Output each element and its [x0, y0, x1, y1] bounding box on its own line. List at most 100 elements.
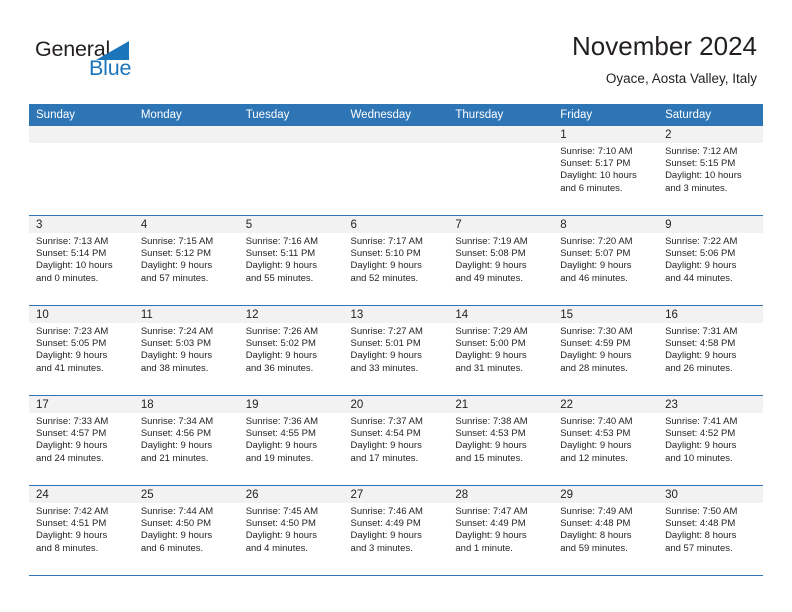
- day-detail-sunrise: Sunrise: 7:27 AM: [350, 326, 423, 337]
- day-detail-sunset: Sunset: 5:10 PM: [350, 248, 421, 260]
- day-detail-daylight-line2: and 24 minutes.: [36, 452, 104, 464]
- calendar-day-cell[interactable]: 22 Sunrise: 7:40 AM Sunset: 4:53 PM Dayligh…: [553, 395, 659, 486]
- day-details: Sunrise: 7:44 AM Sunset: 4:50 PM Daylight:…: [134, 503, 239, 555]
- day-detail-daylight-line2: and 6 minutes.: [140, 542, 204, 554]
- calendar-day-cell[interactable]: 19 Sunrise: 7:36 AM Sunset: 4:55 PM Dayligh…: [238, 395, 344, 486]
- calendar-cell-inner: 6 Sunrise: 7:17 AM Sunset: 5:10 PM Daylight…: [343, 216, 449, 305]
- day-detail-daylight-line1: Daylight: 9 hours: [560, 260, 632, 272]
- calendar-day-cell[interactable]: 15 Sunrise: 7:30 AM Sunset: 4:59 PM Dayligh…: [553, 305, 659, 396]
- day-detail-daylight-line2: and 0 minutes.: [36, 272, 99, 284]
- day-detail-sunrise: Sunrise: 7:10 AM: [560, 146, 633, 157]
- day-details: [239, 143, 344, 146]
- day-details: [134, 143, 239, 146]
- day-number: 9: [658, 216, 763, 233]
- day-detail-sunset: Sunset: 5:11 PM: [245, 248, 316, 260]
- calendar-day-cell[interactable]: 27 Sunrise: 7:46 AM Sunset: 4:49 PM Dayligh…: [343, 485, 449, 576]
- calendar-day-cell[interactable]: 29 Sunrise: 7:49 AM Sunset: 4:48 PM Dayligh…: [553, 485, 659, 576]
- day-detail-sunrise: Sunrise: 7:37 AM: [350, 416, 423, 427]
- calendar-day-cell[interactable]: 8 Sunrise: 7:20 AM Sunset: 5:07 PM Daylight…: [553, 215, 659, 306]
- day-detail-daylight-line1: Daylight: 9 hours: [350, 440, 422, 452]
- calendar-body: 1 Sunrise: 7:10 AM Sunset: 5:17 PM Daylight…: [29, 126, 763, 576]
- title-block: November 2024 Oyace, Aosta Valley, Italy: [572, 30, 757, 89]
- day-detail-sunset: Sunset: 4:56 PM: [140, 428, 212, 440]
- day-number: 19: [238, 396, 344, 413]
- day-detail-daylight-line2: and 3 minutes.: [350, 542, 413, 554]
- day-detail-daylight-line1: Daylight: 9 hours: [245, 350, 317, 362]
- calendar-cell-inner: 5 Sunrise: 7:16 AM Sunset: 5:11 PM Daylight…: [238, 216, 344, 305]
- day-detail-sunset: Sunset: 4:52 PM: [665, 428, 736, 440]
- calendar-day-cell[interactable]: 20 Sunrise: 7:37 AM Sunset: 4:54 PM Dayligh…: [343, 395, 449, 486]
- day-detail-daylight-line1: Daylight: 8 hours: [560, 530, 632, 542]
- calendar-day-cell[interactable]: 10 Sunrise: 7:23 AM Sunset: 5:05 PM Dayligh…: [29, 305, 134, 396]
- day-detail-sunset: Sunset: 4:58 PM: [665, 338, 736, 350]
- day-detail-sunrise: Sunrise: 7:23 AM: [36, 326, 109, 337]
- calendar-day-cell[interactable]: 5 Sunrise: 7:16 AM Sunset: 5:11 PM Daylight…: [238, 215, 344, 306]
- day-detail-daylight-line2: and 38 minutes.: [140, 362, 209, 374]
- day-details: Sunrise: 7:34 AM Sunset: 4:56 PM Daylight:…: [134, 413, 239, 465]
- calendar-cell-inner: 18 Sunrise: 7:34 AM Sunset: 4:56 PM Dayligh…: [133, 396, 239, 485]
- day-number: 27: [343, 486, 449, 503]
- calendar-day-cell[interactable]: 16 Sunrise: 7:31 AM Sunset: 4:58 PM Dayligh…: [658, 305, 763, 396]
- day-detail-daylight-line2: and 44 minutes.: [665, 272, 733, 284]
- brand-logo[interactable]: General Blue: [35, 38, 235, 90]
- day-detail-sunset: Sunset: 4:48 PM: [665, 518, 736, 530]
- calendar-day-cell[interactable]: 13 Sunrise: 7:27 AM Sunset: 5:01 PM Dayligh…: [343, 305, 449, 396]
- day-details: [344, 143, 449, 146]
- day-detail-daylight-line1: Daylight: 9 hours: [560, 350, 632, 362]
- day-number: 2: [658, 126, 763, 143]
- calendar-day-cell[interactable]: 28 Sunrise: 7:47 AM Sunset: 4:49 PM Dayligh…: [448, 485, 554, 576]
- calendar-day-cell[interactable]: 3 Sunrise: 7:13 AM Sunset: 5:14 PM Daylight…: [29, 215, 134, 306]
- day-number: 7: [448, 216, 554, 233]
- calendar-day-cell[interactable]: 6 Sunrise: 7:17 AM Sunset: 5:10 PM Daylight…: [343, 215, 449, 306]
- day-detail-daylight-line2: and 8 minutes.: [36, 542, 99, 554]
- calendar-day-cell[interactable]: 7 Sunrise: 7:19 AM Sunset: 5:08 PM Daylight…: [448, 215, 554, 306]
- weekday-header-thursday: Thursday: [448, 104, 554, 126]
- calendar-week-row: 10 Sunrise: 7:23 AM Sunset: 5:05 PM Dayligh…: [29, 305, 763, 396]
- day-details: Sunrise: 7:15 AM Sunset: 5:12 PM Daylight:…: [134, 233, 239, 285]
- day-detail-daylight-line2: and 28 minutes.: [560, 362, 628, 374]
- day-details: Sunrise: 7:24 AM Sunset: 5:03 PM Daylight:…: [134, 323, 239, 375]
- day-details: Sunrise: 7:16 AM Sunset: 5:11 PM Daylight:…: [239, 233, 344, 285]
- calendar-day-cell[interactable]: 30 Sunrise: 7:50 AM Sunset: 4:48 PM Dayligh…: [658, 485, 763, 576]
- calendar-day-cell[interactable]: 17 Sunrise: 7:33 AM Sunset: 4:57 PM Dayligh…: [29, 395, 134, 486]
- calendar-cell-inner: 4 Sunrise: 7:15 AM Sunset: 5:12 PM Daylight…: [133, 216, 239, 305]
- day-detail-daylight-line1: Daylight: 9 hours: [350, 260, 422, 272]
- calendar-cell-inner: 12 Sunrise: 7:26 AM Sunset: 5:02 PM Dayligh…: [238, 306, 344, 395]
- day-detail-daylight-line1: Daylight: 9 hours: [140, 530, 213, 542]
- day-details: Sunrise: 7:37 AM Sunset: 4:54 PM Daylight:…: [344, 413, 449, 465]
- day-details: Sunrise: 7:46 AM Sunset: 4:49 PM Daylight:…: [344, 503, 449, 555]
- calendar-day-cell[interactable]: 14 Sunrise: 7:29 AM Sunset: 5:00 PM Dayligh…: [448, 305, 554, 396]
- day-detail-daylight-line1: Daylight: 9 hours: [140, 350, 213, 362]
- calendar-cell-inner: 26 Sunrise: 7:45 AM Sunset: 4:50 PM Dayligh…: [238, 486, 344, 575]
- day-number: 21: [448, 396, 554, 413]
- calendar-day-cell[interactable]: 9 Sunrise: 7:22 AM Sunset: 5:06 PM Daylight…: [658, 215, 763, 306]
- day-details: Sunrise: 7:31 AM Sunset: 4:58 PM Daylight:…: [658, 323, 763, 375]
- day-detail-daylight-line2: and 10 minutes.: [665, 452, 733, 464]
- calendar-day-cell[interactable]: 23 Sunrise: 7:41 AM Sunset: 4:52 PM Dayligh…: [658, 395, 763, 486]
- day-detail-daylight-line1: Daylight: 9 hours: [455, 530, 527, 542]
- day-detail-daylight-line2: and 26 minutes.: [665, 362, 733, 374]
- calendar-day-cell[interactable]: 25 Sunrise: 7:44 AM Sunset: 4:50 PM Dayligh…: [133, 485, 239, 576]
- day-detail-daylight-line2: and 33 minutes.: [350, 362, 419, 374]
- day-number: 8: [553, 216, 659, 233]
- weekday-header-tuesday: Tuesday: [238, 104, 344, 126]
- calendar-day-cell[interactable]: 12 Sunrise: 7:26 AM Sunset: 5:02 PM Dayligh…: [238, 305, 344, 396]
- day-detail-sunset: Sunset: 4:51 PM: [36, 518, 107, 530]
- calendar-cell-inner: 30 Sunrise: 7:50 AM Sunset: 4:48 PM Dayligh…: [658, 486, 763, 575]
- day-detail-sunrise: Sunrise: 7:15 AM: [140, 236, 214, 247]
- calendar-day-cell[interactable]: 18 Sunrise: 7:34 AM Sunset: 4:56 PM Dayligh…: [133, 395, 239, 486]
- calendar-cell-inner: 16 Sunrise: 7:31 AM Sunset: 4:58 PM Dayligh…: [658, 306, 763, 395]
- day-detail-sunrise: Sunrise: 7:30 AM: [560, 326, 633, 337]
- day-detail-daylight-line1: Daylight: 9 hours: [36, 530, 108, 542]
- calendar-day-cell[interactable]: 21 Sunrise: 7:38 AM Sunset: 4:53 PM Dayligh…: [448, 395, 554, 486]
- calendar-day-cell[interactable]: 24 Sunrise: 7:42 AM Sunset: 4:51 PM Dayligh…: [29, 485, 134, 576]
- calendar-day-cell[interactable]: 2 Sunrise: 7:12 AM Sunset: 5:15 PM Daylight…: [658, 126, 763, 216]
- calendar-day-cell[interactable]: 11 Sunrise: 7:24 AM Sunset: 5:03 PM Dayligh…: [133, 305, 239, 396]
- day-detail-sunset: Sunset: 5:12 PM: [140, 248, 212, 260]
- calendar-day-cell[interactable]: 1 Sunrise: 7:10 AM Sunset: 5:17 PM Daylight…: [553, 126, 659, 216]
- calendar-day-cell[interactable]: 4 Sunrise: 7:15 AM Sunset: 5:12 PM Daylight…: [133, 215, 239, 306]
- calendar-cell-inner: 13 Sunrise: 7:27 AM Sunset: 5:01 PM Dayligh…: [343, 306, 449, 395]
- day-details: [29, 143, 134, 146]
- calendar-day-cell[interactable]: 26 Sunrise: 7:45 AM Sunset: 4:50 PM Dayligh…: [238, 485, 344, 576]
- calendar-cell-inner: 1 Sunrise: 7:10 AM Sunset: 5:17 PM Daylight…: [553, 126, 659, 215]
